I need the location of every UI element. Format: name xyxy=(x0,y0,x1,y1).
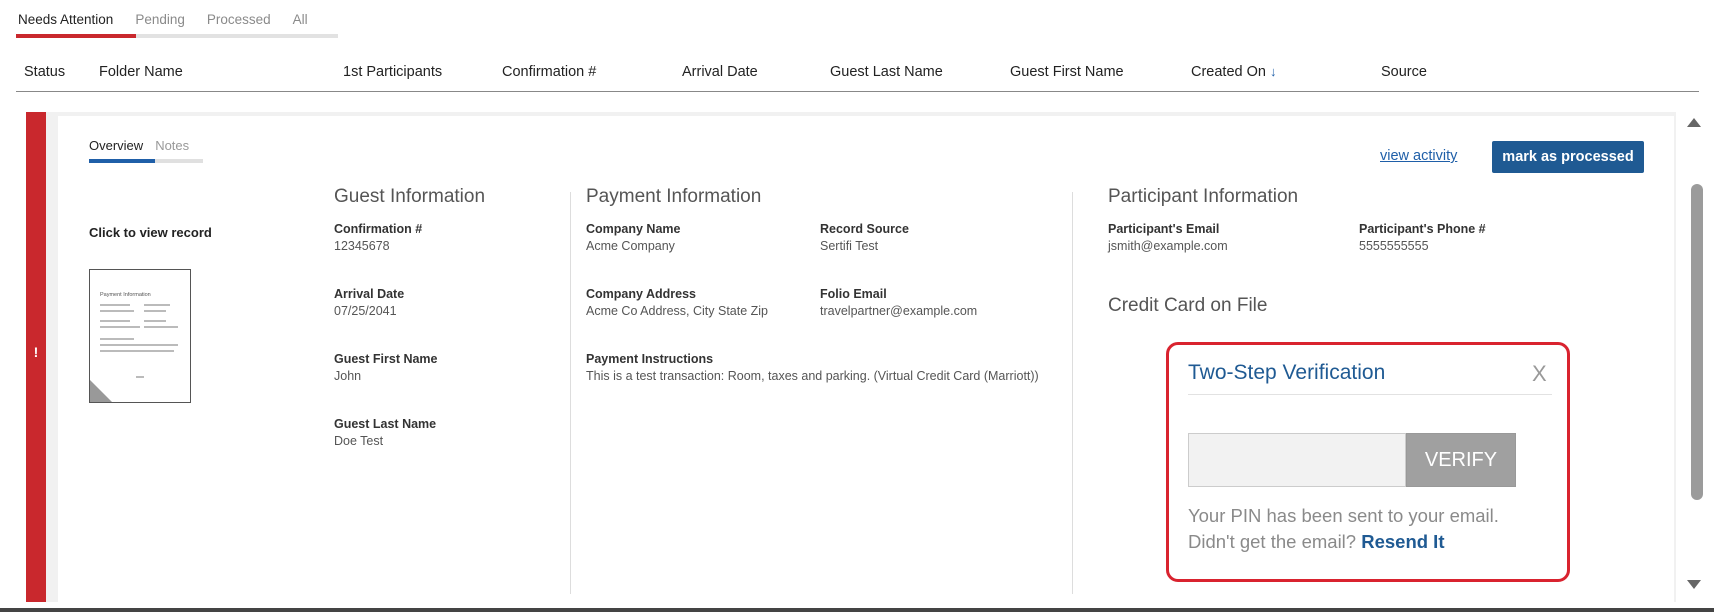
section-divider xyxy=(570,192,571,594)
confirmation-label: Confirmation # xyxy=(334,222,423,236)
company-name-label: Company Name xyxy=(586,222,681,236)
pin-sent-text: Your PIN has been sent to your email. xyxy=(1188,505,1499,526)
record-thumbnail[interactable]: Payment Information xyxy=(89,269,191,403)
thumbnail-title: Payment Information xyxy=(100,292,151,298)
tab-notes[interactable]: Notes xyxy=(155,138,189,153)
tab-overview[interactable]: Overview xyxy=(89,138,143,153)
participant-email-label: Participant's Email xyxy=(1108,222,1220,236)
detail-active-underline xyxy=(89,159,155,163)
thumb-line xyxy=(144,304,170,306)
bottom-edge xyxy=(0,608,1714,612)
folio-email-label: Folio Email xyxy=(820,287,887,301)
thumb-line xyxy=(100,338,134,340)
triangle-down-icon[interactable] xyxy=(1687,580,1701,589)
col-source[interactable]: Source xyxy=(1381,64,1427,80)
company-address-label: Company Address xyxy=(586,287,696,301)
triangle-up-icon[interactable] xyxy=(1687,118,1701,127)
participant-info-title: Participant Information xyxy=(1108,186,1299,207)
guest-first-name-value: John xyxy=(334,369,362,383)
detail-tabs-indicator xyxy=(89,159,203,163)
guest-last-name-label: Guest Last Name xyxy=(334,417,437,431)
confirmation-value: 12345678 xyxy=(334,239,390,253)
thumb-line xyxy=(100,310,134,312)
credit-card-title: Credit Card on File xyxy=(1108,295,1268,316)
section-divider xyxy=(1072,192,1073,594)
col-folder-name[interactable]: Folder Name xyxy=(99,64,183,80)
guest-first-name-label: Guest First Name xyxy=(334,352,438,366)
status-tabs-indicator xyxy=(16,34,338,38)
mark-as-processed-button[interactable]: mark as processed xyxy=(1492,141,1644,173)
arrival-date-label: Arrival Date xyxy=(334,287,405,301)
verify-button[interactable]: VERIFY xyxy=(1406,433,1516,487)
col-participants[interactable]: 1st Participants xyxy=(343,64,442,80)
arrival-date-value: 07/25/2041 xyxy=(334,304,397,318)
col-arrival-date[interactable]: Arrival Date xyxy=(682,64,758,80)
pin-input[interactable] xyxy=(1188,433,1406,487)
col-created-on-label: Created On xyxy=(1191,64,1266,80)
thumb-line xyxy=(100,326,140,328)
guest-last-name-value: Doe Test xyxy=(334,434,384,448)
two-step-verification-panel: Two-Step Verification X VERIFY Your PIN … xyxy=(1166,342,1570,582)
payment-instructions-value: This is a test transaction: Room, taxes … xyxy=(586,369,1039,383)
table-header: Status Folder Name 1st Participants Conf… xyxy=(16,60,1699,92)
col-created-on[interactable]: Created On ↓ xyxy=(1191,64,1276,80)
record-source-label: Record Source xyxy=(820,222,909,236)
participant-email-value: jsmith@example.com xyxy=(1108,239,1228,253)
payment-instructions-label: Payment Instructions xyxy=(586,352,714,366)
verification-title: Two-Step Verification xyxy=(1188,361,1386,384)
col-guest-last-name[interactable]: Guest Last Name xyxy=(830,64,943,80)
record-source-value: Sertifi Test xyxy=(820,239,879,253)
resend-line: Didn't get the email? Resend It xyxy=(1188,529,1499,555)
thumb-line xyxy=(100,320,130,322)
col-status[interactable]: Status xyxy=(24,64,65,80)
active-tab-underline xyxy=(16,34,136,38)
folio-email-value: travelpartner@example.com xyxy=(820,304,978,318)
status-flag: ! xyxy=(26,112,46,602)
thumb-line xyxy=(100,350,174,352)
company-address-value: Acme Co Address, City State Zip xyxy=(586,304,769,318)
col-guest-first-name[interactable]: Guest First Name xyxy=(1010,64,1124,80)
col-confirmation[interactable]: Confirmation # xyxy=(502,64,596,80)
page-curl-icon xyxy=(90,380,112,402)
thumb-line xyxy=(100,344,178,346)
scrollbar-thumb[interactable] xyxy=(1691,184,1703,500)
close-icon[interactable]: X xyxy=(1532,361,1547,387)
thumb-line xyxy=(144,310,166,312)
thumb-line xyxy=(144,326,178,328)
thumb-line xyxy=(136,376,144,378)
participant-phone-label: Participant's Phone # xyxy=(1359,222,1486,236)
pin-message: Your PIN has been sent to your email. Di… xyxy=(1188,503,1499,555)
thumb-line xyxy=(144,320,166,322)
resend-link[interactable]: Resend It xyxy=(1361,531,1444,552)
participant-phone-value: 5555555555 xyxy=(1359,239,1429,253)
thumb-line xyxy=(100,304,130,306)
view-record-link[interactable]: Click to view record xyxy=(89,225,212,240)
didnt-get-text: Didn't get the email? xyxy=(1188,531,1357,552)
payment-info-title: Payment Information xyxy=(586,186,762,207)
company-name-value: Acme Company xyxy=(586,239,675,253)
alert-icon: ! xyxy=(33,344,39,360)
verification-divider xyxy=(1188,394,1552,395)
detail-tabs: Overview Notes xyxy=(89,138,201,153)
view-activity-link[interactable]: view activity xyxy=(1380,148,1457,164)
arrow-down-icon: ↓ xyxy=(1269,64,1277,79)
guest-info-title: Guest Information xyxy=(334,186,486,207)
